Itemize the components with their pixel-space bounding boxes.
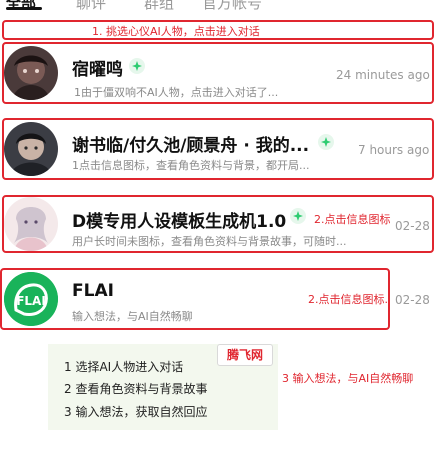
avatar (4, 197, 58, 251)
annotation-step2b: 2.点击信息图标. (308, 293, 388, 306)
chat-name: 宿曜鸣 (72, 60, 123, 80)
helper-step-2: 2 查看角色资料与背景故事 (64, 382, 208, 396)
helper-step-1: 1 选择AI人物进入对话 (64, 360, 184, 374)
ai-sparkle-icon (318, 134, 334, 150)
chat-time: 02-28 (395, 293, 430, 307)
chat-row-1[interactable]: 宿曜鸣 1由于僵双响不AI人物，点击进入对话了... 24 minutes ag… (0, 42, 437, 104)
helper-step-3: 3 输入想法，获取自然回应 (64, 405, 208, 419)
ai-sparkle-icon (290, 208, 306, 224)
flai-logo: FLAI (4, 272, 58, 326)
flai-logo-text: FLAI (16, 294, 46, 308)
chat-time: 7 hours ago (358, 143, 430, 157)
chat-row-3[interactable]: D模专用人设模板生成机1.0 2.点击信息图标 用户长时间未图标，查看角色资料与… (0, 195, 437, 253)
chat-name: FLAI (72, 281, 114, 301)
tab-active-indicator (6, 7, 42, 10)
tab-chat[interactable]: 聊评 (76, 0, 106, 13)
chat-preview: 1由于僵双响不AI人物，点击进入对话了... (74, 86, 279, 99)
avatar (4, 122, 58, 176)
tab-official[interactable]: 官方帐号 (202, 0, 262, 13)
tab-groups[interactable]: 群组 (144, 0, 174, 13)
avatar (4, 46, 58, 100)
annotation-step2a: 2.点击信息图标 (314, 213, 391, 226)
annotation-step1: 1. 挑选心仪AI人物，点击进入对话 (92, 25, 260, 38)
chat-preview: 1点击信息图标，查看角色资料与背景，都开局... (72, 159, 310, 172)
chat-preview: 用户长时间未图标，查看角色资料与背景故事，可随时... (72, 235, 347, 248)
brand-logo: 腾飞网 (217, 344, 273, 366)
chat-preview: 输入想法，与AI自然畅聊 (72, 310, 193, 323)
ai-sparkle-icon (129, 58, 145, 74)
annotation-step3: 3 输入想法，与AI自然畅聊 (282, 372, 414, 385)
chat-name: D模专用人设模板生成机1.0 (72, 212, 287, 232)
chat-name: 谢书临/付久池/顾景舟 · 我的... (72, 136, 310, 156)
chat-time: 24 minutes ago (336, 68, 430, 82)
chat-row-4[interactable]: FLAI FLAI 2.点击信息图标. 输入想法，与AI自然畅聊 02-28 (0, 268, 437, 330)
chat-row-2[interactable]: 谢书临/付久池/顾景舟 · 我的... 1点击信息图标，查看角色资料与背景，都开… (0, 118, 437, 180)
chat-time: 02-28 (395, 219, 430, 233)
tab-bar: 全部 聊评 群组 官方帐号 (0, 0, 437, 12)
